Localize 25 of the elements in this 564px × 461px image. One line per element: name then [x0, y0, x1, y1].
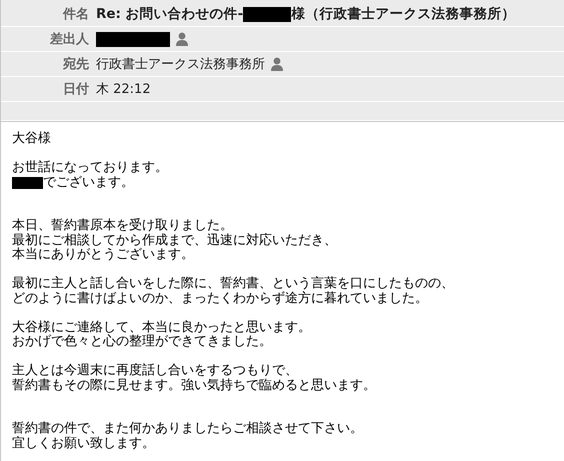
- body-text: 誓約書の件で、また何かありましたらご相談させて下さい。: [12, 422, 363, 436]
- body-text: 主人とは今週末に再度話し合いをするつもりで、: [12, 364, 298, 378]
- body-text: お世話になっております。: [12, 161, 168, 176]
- body-text: でございます。: [43, 176, 134, 190]
- field-label: 差出人: [48, 31, 90, 48]
- field-value: 行政書士アークス法務事務所: [96, 56, 265, 73]
- body-text: 最初に主人と話し合いをした際に、誓約書、という言葉を口にしたものの、: [12, 277, 454, 291]
- body-text: 大谷様にご連絡して、本当に良かったと思います。: [12, 320, 311, 334]
- redaction-bar: [243, 6, 292, 22]
- subject-text: 様（行政書士アークス法務事務所）: [291, 5, 516, 23]
- body-text: 宜しくお願い致します。: [12, 436, 155, 451]
- field-value: 木 22:12: [96, 81, 151, 98]
- body-text: 本当にありがとうございます。: [12, 248, 194, 262]
- person-icon[interactable]: [271, 57, 283, 71]
- body-text: おかげで色々と心の整理ができてきました。: [12, 335, 272, 350]
- body-text: どのように書けばよいのか、まったくわからず途方に暮れていました。: [12, 292, 428, 306]
- body-text: 大谷様: [12, 132, 51, 146]
- field-label: 件名: [62, 6, 90, 23]
- body-text: 誓約書もその際に見せます。強い気持ちで臨めると思います。: [12, 378, 376, 393]
- subject-text: Re: お問い合わせの件-: [96, 5, 244, 23]
- body-text: 最初にご相談してから作成まで、迅速に対応いただき、: [12, 234, 337, 248]
- field-label: 日付: [62, 81, 90, 98]
- body-text: 本日、誓約書原本を受け取りました。: [12, 219, 233, 233]
- person-icon[interactable]: [176, 32, 188, 46]
- field-label: 宛先: [62, 56, 90, 73]
